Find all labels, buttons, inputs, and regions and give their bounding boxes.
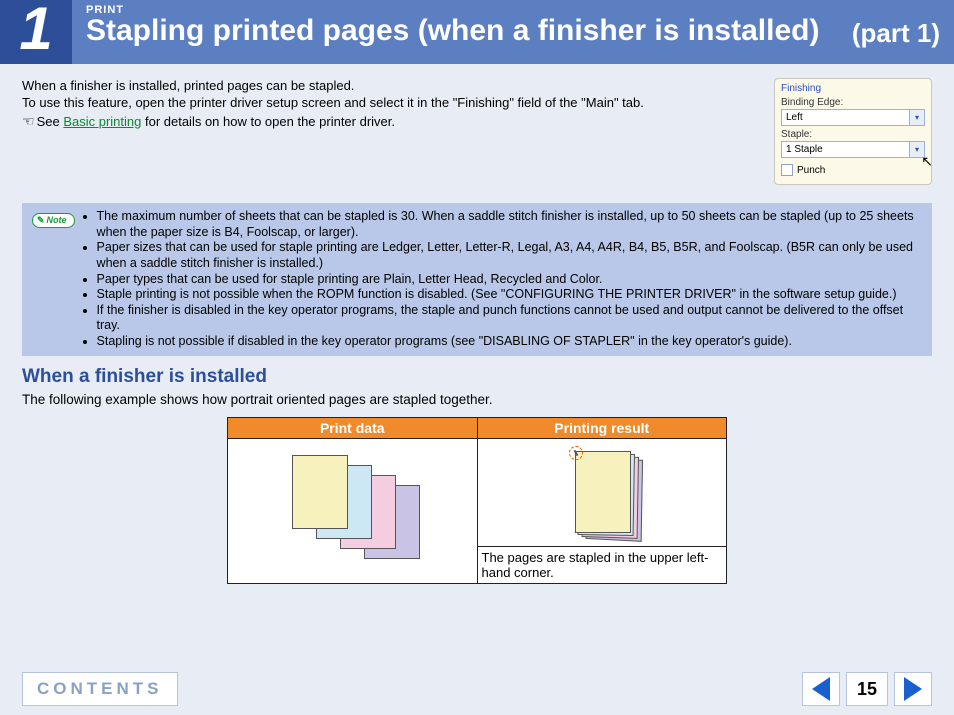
col-printing-result: Printing result bbox=[477, 417, 727, 438]
step-number: 1 bbox=[0, 0, 72, 64]
binding-edge-value: Left bbox=[786, 112, 803, 123]
chevron-down-icon: ▾ bbox=[909, 142, 924, 157]
note-item: If the finisher is disabled in the key o… bbox=[97, 303, 922, 334]
punch-checkbox[interactable] bbox=[781, 164, 793, 176]
sheet-icon bbox=[575, 451, 631, 533]
page-title: Stapling printed pages (when a finisher … bbox=[86, 14, 840, 48]
see-prefix: See bbox=[37, 114, 64, 129]
punch-label: Punch bbox=[797, 165, 825, 176]
staple-select[interactable]: 1 Staple ▾ bbox=[781, 141, 925, 158]
triangle-left-icon bbox=[812, 677, 830, 701]
intro-line2: To use this feature, open the printer dr… bbox=[22, 95, 756, 112]
result-caption: The pages are stapled in the upper left-… bbox=[478, 546, 727, 583]
printing-result-diagram bbox=[542, 451, 662, 561]
section-description: The following example shows how portrait… bbox=[22, 392, 932, 407]
intro-line1: When a finisher is installed, printed pa… bbox=[22, 78, 756, 95]
chevron-down-icon: ▾ bbox=[909, 110, 924, 125]
note-item: Staple printing is not possible when the… bbox=[97, 287, 922, 303]
note-item: Stapling is not possible if disabled in … bbox=[97, 334, 922, 350]
binding-edge-label: Binding Edge: bbox=[781, 97, 925, 108]
printing-result-cell: The pages are stapled in the upper left-… bbox=[477, 438, 727, 583]
sheet-icon bbox=[292, 455, 348, 529]
see-suffix: for details on how to open the printer d… bbox=[141, 114, 395, 129]
page-header: 1 PRINT Stapling printed pages (when a f… bbox=[0, 0, 954, 64]
basic-printing-link[interactable]: Basic printing bbox=[63, 114, 141, 129]
print-data-cell bbox=[228, 438, 478, 583]
page-number: 15 bbox=[846, 672, 888, 706]
header-titles: PRINT Stapling printed pages (when a fin… bbox=[72, 0, 852, 64]
next-page-button[interactable] bbox=[894, 672, 932, 706]
print-data-diagram bbox=[272, 455, 432, 565]
intro-text: When a finisher is installed, printed pa… bbox=[22, 78, 756, 185]
staple-label: Staple: bbox=[781, 129, 925, 140]
note-list: The maximum number of sheets that can be… bbox=[85, 209, 922, 350]
binding-edge-select[interactable]: Left ▾ bbox=[781, 109, 925, 126]
contents-button[interactable]: CONTENTS bbox=[22, 672, 178, 706]
note-badge: Note bbox=[32, 213, 75, 228]
triangle-right-icon bbox=[904, 677, 922, 701]
section-heading: When a finisher is installed bbox=[22, 366, 932, 388]
footer: CONTENTS 15 bbox=[0, 663, 954, 715]
note-item: The maximum number of sheets that can be… bbox=[97, 209, 922, 240]
pointer-icon: ☜ bbox=[22, 112, 35, 130]
finishing-group-label: Finishing bbox=[781, 83, 925, 94]
staple-indicator-icon bbox=[569, 446, 583, 460]
part-label: (part 1) bbox=[852, 0, 954, 64]
staple-value: 1 Staple bbox=[786, 144, 823, 155]
col-print-data: Print data bbox=[228, 417, 478, 438]
prev-page-button[interactable] bbox=[802, 672, 840, 706]
intro-see-line: ☜See Basic printing for details on how t… bbox=[22, 112, 756, 131]
note-item: Paper sizes that can be used for staple … bbox=[97, 240, 922, 271]
finishing-panel: Finishing Binding Edge: Left ▾ Staple: 1… bbox=[774, 78, 932, 185]
example-table: Print data Printing result bbox=[227, 417, 727, 584]
note-item: Paper types that can be used for staple … bbox=[97, 272, 922, 288]
note-box: Note The maximum number of sheets that c… bbox=[22, 203, 932, 356]
